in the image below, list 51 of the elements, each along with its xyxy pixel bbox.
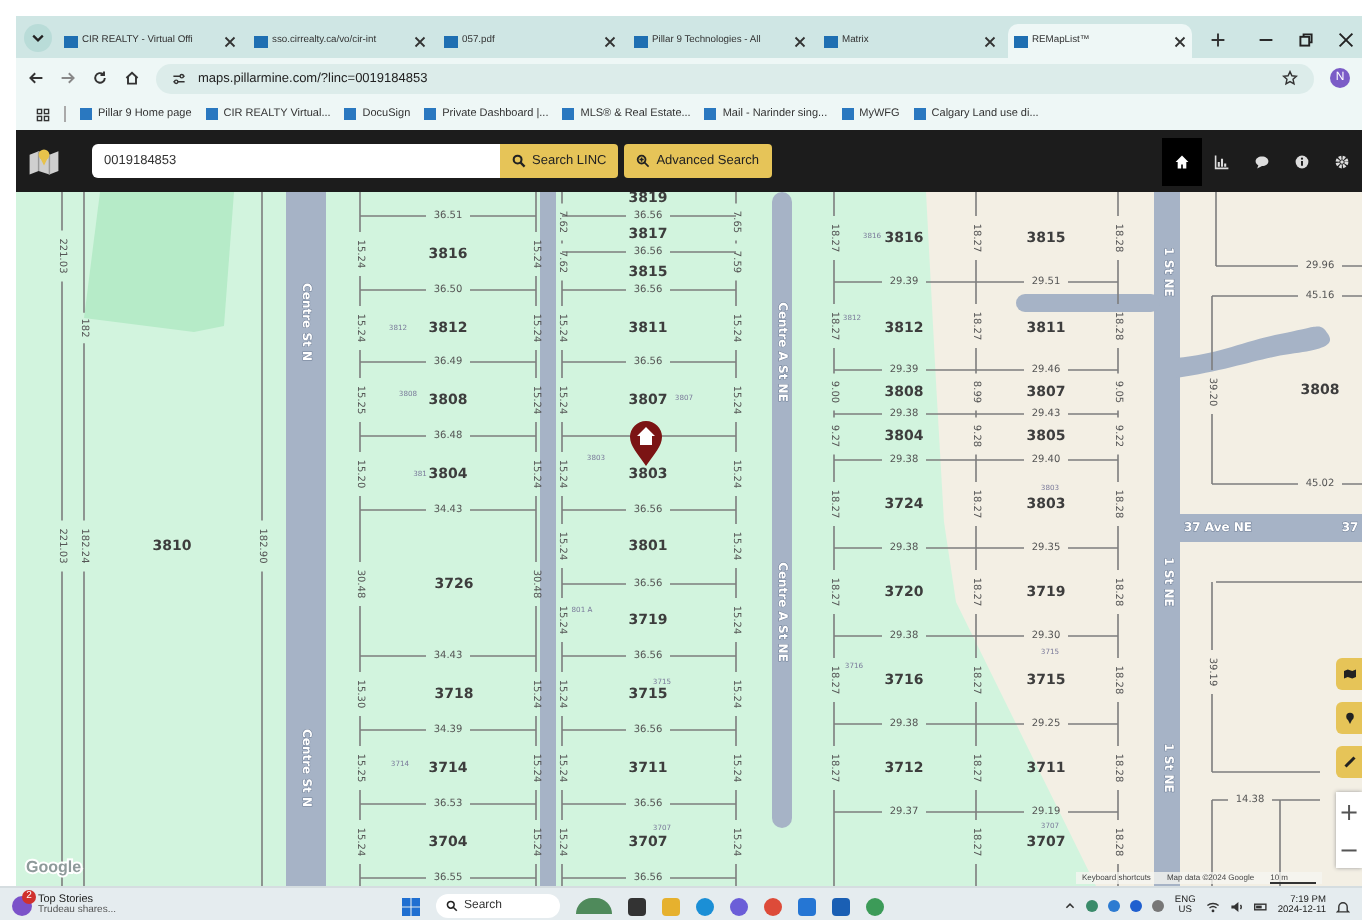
caret-icon (30, 30, 46, 46)
page-icon (634, 35, 648, 47)
home-icon[interactable] (124, 70, 140, 86)
zoom-button[interactable]: + (1336, 792, 1362, 830)
close-icon[interactable] (1174, 35, 1186, 47)
map-tool-button[interactable] (1336, 702, 1362, 734)
windows-start-icon[interactable] (402, 897, 420, 915)
nav-button[interactable] (1162, 137, 1202, 185)
page-icon (254, 35, 268, 47)
new-tab-icon[interactable] (1210, 32, 1226, 48)
close-icon[interactable] (794, 35, 806, 47)
home-marker-icon[interactable] (630, 421, 662, 466)
zoom-button[interactable]: − (1336, 830, 1362, 868)
reload-icon[interactable] (92, 70, 108, 86)
map-tool-button[interactable] (1336, 658, 1362, 690)
speaker-icon[interactable] (1229, 899, 1244, 913)
info-icon (1294, 153, 1310, 169)
map-tool-button[interactable] (1336, 746, 1362, 778)
tab-search-button[interactable] (24, 24, 52, 52)
folded-map-icon[interactable] (26, 143, 62, 179)
forward-icon[interactable] (60, 70, 76, 86)
close-icon[interactable] (414, 35, 426, 47)
zoom-plus-icon (636, 154, 651, 168)
settings-icon (1334, 153, 1350, 169)
bar-chart-icon (1214, 153, 1230, 169)
map-icon (1343, 668, 1355, 680)
chat-icon (1254, 153, 1270, 169)
home-icon (1174, 153, 1190, 169)
battery-icon[interactable] (1253, 899, 1268, 913)
site-info-icon[interactable] (172, 71, 186, 85)
back-icon[interactable] (28, 70, 44, 86)
page-icon (824, 35, 838, 47)
app-icon[interactable] (832, 897, 850, 915)
wifi-icon[interactable] (1205, 899, 1220, 913)
close-icon[interactable] (1338, 32, 1354, 48)
close-icon[interactable] (604, 35, 616, 47)
pin-icon (1343, 712, 1355, 724)
search-icon (512, 154, 526, 168)
close-icon[interactable] (984, 35, 996, 47)
page-icon (64, 35, 78, 47)
apps-grid-icon[interactable] (36, 107, 50, 121)
bookmark-star-icon[interactable] (1282, 70, 1298, 86)
ruler-icon (1343, 756, 1355, 768)
page-icon (444, 35, 458, 47)
chevron-up-icon[interactable] (1064, 900, 1077, 912)
search-icon (446, 900, 458, 912)
page-icon (1014, 35, 1028, 47)
app-icon[interactable] (628, 897, 646, 915)
bell-icon[interactable] (1336, 899, 1350, 913)
close-icon[interactable] (224, 35, 236, 47)
restore-icon[interactable] (1298, 32, 1314, 48)
